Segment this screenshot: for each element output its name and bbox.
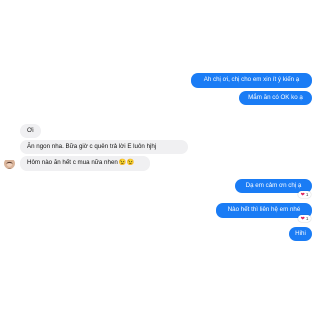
message-text: Ăn ngon nha. Bữa giờ c quên trả lời E lu… xyxy=(27,142,157,150)
incoming-message[interactable]: Ăn ngon nha. Bữa giờ c quên trả lời E lu… xyxy=(20,140,188,154)
message-text: Ơi xyxy=(27,126,34,134)
incoming-message[interactable]: Ơi xyxy=(20,124,41,138)
message-text: Ah chị ơi, chị cho em xin ít ý kiến ạ xyxy=(203,76,300,84)
heart-icon: ❤ xyxy=(300,215,305,222)
heart-icon: ❤ xyxy=(300,191,305,198)
chat-screen: Ah chị ơi, chị cho em xin ít ý kiến ạ Mắ… xyxy=(0,0,320,320)
outgoing-message[interactable]: Hihi xyxy=(289,227,312,241)
message-text: Hôm nào ăn hết c mua nữa nhen xyxy=(27,159,118,167)
message-text: Dạ em cảm ơn chị ạ xyxy=(245,181,302,189)
outgoing-message[interactable]: Mắm ăn có OK ko ạ xyxy=(239,91,312,105)
message-reaction[interactable]: ❤ 1 xyxy=(298,191,311,198)
wink-emoji: 😉😉 xyxy=(118,159,135,167)
incoming-message[interactable]: Hôm nào ăn hết c mua nữa nhen 😉😉 xyxy=(20,156,150,171)
reaction-count: 1 xyxy=(305,192,309,197)
contact-avatar[interactable] xyxy=(4,158,15,169)
avatar-image xyxy=(4,160,15,169)
message-text: Nào hết thì liên hệ em nhé xyxy=(227,206,301,214)
message-reaction[interactable]: ❤ 1 xyxy=(298,215,311,222)
message-text: Hihi xyxy=(295,229,306,237)
message-text: Mắm ăn có OK ko ạ xyxy=(248,93,303,101)
outgoing-message[interactable]: Ah chị ơi, chị cho em xin ít ý kiến ạ xyxy=(191,73,312,88)
seen-avatar xyxy=(313,235,319,241)
reaction-count: 1 xyxy=(305,216,309,221)
